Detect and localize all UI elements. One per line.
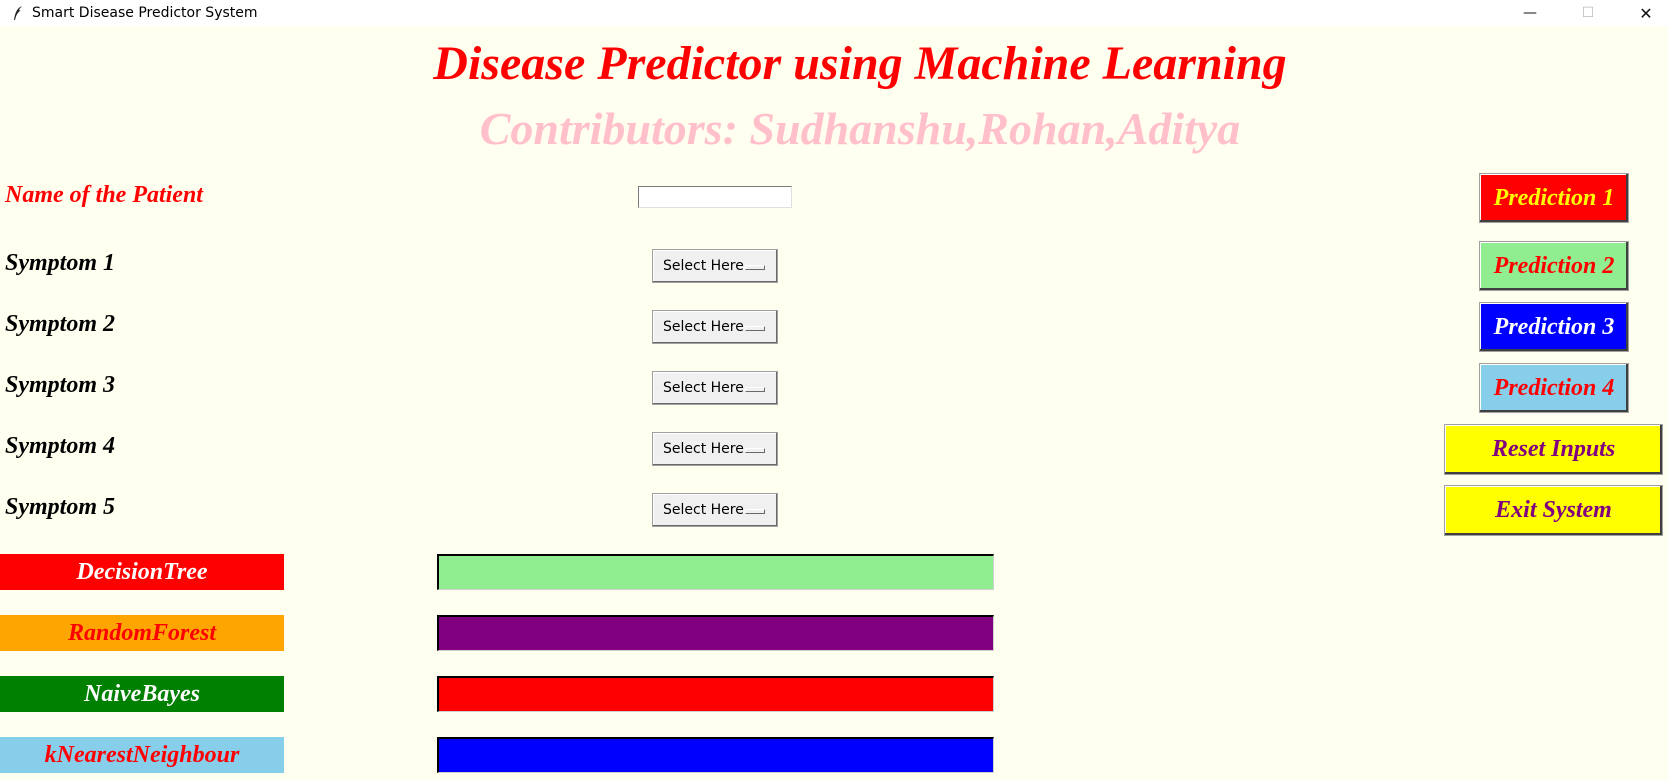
random-forest-result <box>437 615 994 651</box>
prediction-1-button[interactable]: Prediction 1 <box>1479 173 1629 223</box>
symptom-2-label: Symptom 2 <box>5 311 116 337</box>
maximize-icon: ☐ <box>1581 5 1595 21</box>
symptom-1-dropdown[interactable]: Select Here <box>652 249 778 283</box>
dropdown-indicator-icon <box>745 448 765 453</box>
knn-result <box>437 737 994 773</box>
exit-system-button[interactable]: Exit System <box>1444 485 1663 536</box>
symptom-1-selected: Select Here <box>663 258 744 274</box>
symptom-4-selected: Select Here <box>663 441 744 457</box>
prediction-3-button[interactable]: Prediction 3 <box>1479 302 1629 352</box>
symptom-5-label: Symptom 5 <box>5 494 116 520</box>
symptom-3-selected: Select Here <box>663 380 744 396</box>
symptom-1-label: Symptom 1 <box>5 250 116 276</box>
symptom-3-label: Symptom 3 <box>5 372 116 398</box>
close-icon: ✕ <box>1639 3 1653 23</box>
title-bar: Smart Disease Predictor System — ☐ ✕ <box>0 0 1668 26</box>
symptom-5-selected: Select Here <box>663 502 744 518</box>
naive-bayes-label: NaiveBayes <box>0 676 284 712</box>
app-window: Smart Disease Predictor System — ☐ ✕ Dis… <box>0 0 1668 780</box>
symptom-2-dropdown[interactable]: Select Here <box>652 310 778 344</box>
decision-tree-result <box>437 554 994 590</box>
naive-bayes-result <box>437 676 994 712</box>
symptom-4-label: Symptom 4 <box>5 433 116 459</box>
maximize-button[interactable]: ☐ <box>1560 0 1616 26</box>
dropdown-indicator-icon <box>745 265 765 270</box>
symptom-5-dropdown[interactable]: Select Here <box>652 493 778 527</box>
random-forest-label: RandomForest <box>0 615 284 651</box>
minimize-icon: — <box>1523 5 1537 21</box>
reset-inputs-button[interactable]: Reset Inputs <box>1444 424 1663 475</box>
knn-label: kNearestNeighbour <box>0 737 284 773</box>
feather-icon <box>14 6 22 20</box>
dropdown-indicator-icon <box>745 326 765 331</box>
dropdown-indicator-icon <box>745 387 765 392</box>
minimize-button[interactable]: — <box>1502 0 1558 26</box>
contributors-subtitle: Contributors: Sudhanshu,Rohan,Aditya <box>479 103 1241 154</box>
dropdown-indicator-icon <box>745 509 765 514</box>
patient-name-input[interactable] <box>638 186 792 208</box>
window-title: Smart Disease Predictor System <box>32 5 258 21</box>
symptom-4-dropdown[interactable]: Select Here <box>652 432 778 466</box>
close-button[interactable]: ✕ <box>1618 0 1668 26</box>
prediction-4-button[interactable]: Prediction 4 <box>1479 363 1629 413</box>
prediction-2-button[interactable]: Prediction 2 <box>1479 241 1629 291</box>
page-title: Disease Predictor using Machine Learning <box>433 37 1287 90</box>
decision-tree-label: DecisionTree <box>0 554 284 590</box>
symptom-2-selected: Select Here <box>663 319 744 335</box>
patient-name-label: Name of the Patient <box>5 182 203 208</box>
symptom-3-dropdown[interactable]: Select Here <box>652 371 778 405</box>
